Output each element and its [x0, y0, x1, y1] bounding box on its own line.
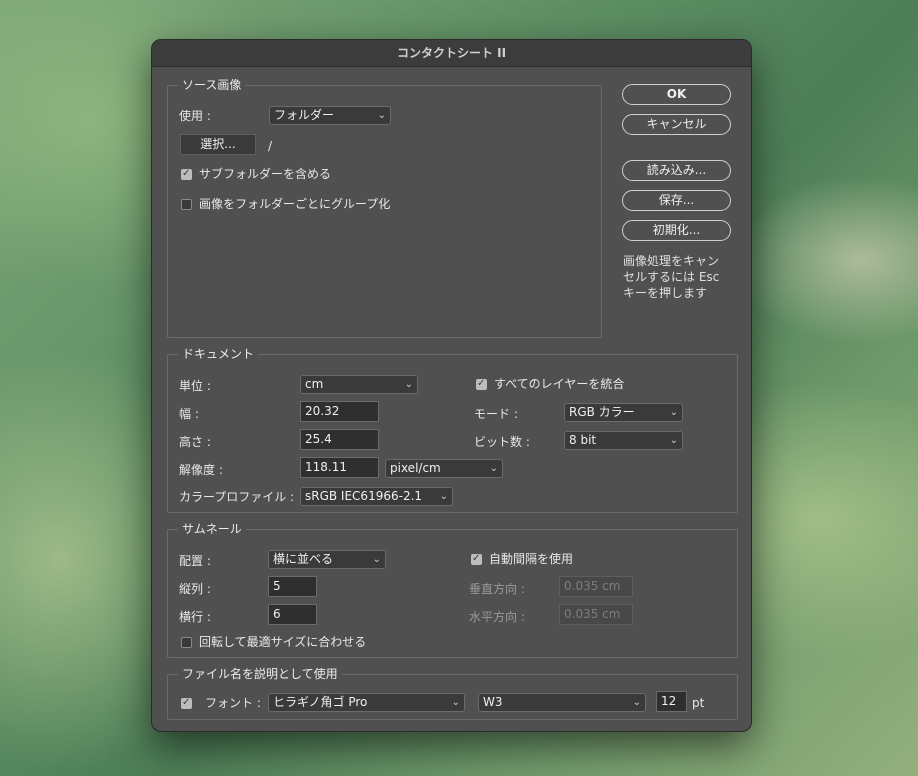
- include-subfolders-checkbox[interactable]: [181, 167, 192, 181]
- choose-button[interactable]: 選択...: [180, 134, 256, 155]
- bit-depth-value: 8 bit: [569, 433, 597, 447]
- width-input[interactable]: 20.32: [300, 401, 379, 422]
- bit-depth-label: ビット数 :: [474, 435, 530, 449]
- flatten-layers-label: すべてのレイヤーを統合: [494, 377, 625, 391]
- caption-group: ファイル名を説明として使用 フォント : ヒラギノ角ゴ Pro ⌄ W3 ⌄ 1…: [167, 666, 738, 720]
- ok-button[interactable]: OK: [622, 84, 731, 105]
- columns-input[interactable]: 5: [268, 576, 317, 597]
- font-family-value: ヒラギノ角ゴ Pro: [273, 695, 368, 709]
- cancel-hint-line-1: 画像処理をキャン: [623, 254, 720, 268]
- cancel-button[interactable]: キャンセル: [622, 114, 731, 135]
- use-label: 使用 :: [179, 109, 211, 123]
- place-select-value: 横に並べる: [273, 552, 334, 566]
- save-button[interactable]: 保存...: [622, 190, 731, 211]
- contact-sheet-dialog: コンタクトシート II ソース画像 使用 : フォルダー ⌄ 選択... / サ…: [151, 39, 752, 732]
- chevron-down-icon: ⌄: [451, 697, 460, 708]
- resolution-unit-select[interactable]: pixel/cm ⌄: [385, 459, 503, 478]
- color-profile-select[interactable]: sRGB IEC61966-2.1 ⌄: [300, 487, 453, 506]
- rows-input[interactable]: 6: [268, 604, 317, 625]
- cancel-hint: 画像処理をキャン セルするには Esc キーを押します: [623, 253, 719, 301]
- place-label: 配置 :: [179, 554, 211, 568]
- place-select[interactable]: 横に並べる ⌄: [268, 550, 386, 569]
- source-images-legend: ソース画像: [178, 77, 246, 93]
- auto-spacing-label: 自動間隔を使用: [489, 552, 574, 566]
- include-subfolders-label: サブフォルダーを含める: [199, 167, 332, 181]
- resolution-label: 解像度 :: [179, 463, 223, 477]
- flatten-layers-checkbox[interactable]: [476, 377, 487, 391]
- color-profile-value: sRGB IEC61966-2.1: [305, 489, 423, 503]
- cancel-hint-line-2: セルするには Esc: [623, 270, 720, 284]
- rotate-label: 回転して最適サイズに合わせる: [199, 635, 367, 649]
- chevron-down-icon: ⌄: [489, 463, 498, 474]
- resolution-unit-value: pixel/cm: [390, 461, 441, 475]
- font-family-select[interactable]: ヒラギノ角ゴ Pro ⌄: [268, 693, 465, 712]
- chevron-down-icon: ⌄: [669, 407, 678, 418]
- group-by-folder-checkbox[interactable]: [181, 199, 192, 210]
- caption-legend: ファイル名を説明として使用: [178, 666, 342, 682]
- use-select-value: フォルダー: [274, 108, 335, 122]
- resolution-input[interactable]: 118.11: [300, 457, 379, 478]
- horizontal-spacing-input[interactable]: 0.035 cm: [559, 604, 633, 625]
- group-by-folder-label: 画像をフォルダーごとにグループ化: [199, 197, 391, 211]
- mode-select-value: RGB カラー: [569, 405, 635, 419]
- reset-button[interactable]: 初期化...: [622, 220, 731, 241]
- chevron-down-icon: ⌄: [632, 697, 641, 708]
- width-label: 幅 :: [179, 407, 199, 421]
- chevron-down-icon: ⌄: [404, 379, 413, 390]
- chevron-down-icon: ⌄: [377, 110, 386, 121]
- thumbnails-group: サムネール 配置 : 横に並べる ⌄ 縦列 : 5 横行 : 6 回転して最適サ…: [167, 521, 738, 658]
- color-profile-label: カラープロファイル :: [179, 490, 295, 504]
- source-path: /: [268, 139, 273, 153]
- font-size-unit: pt: [692, 696, 705, 710]
- font-weight-select[interactable]: W3 ⌄: [478, 693, 646, 712]
- font-label: フォント :: [205, 696, 261, 710]
- cancel-hint-line-3: キーを押します: [623, 286, 708, 300]
- bit-depth-select[interactable]: 8 bit ⌄: [564, 431, 683, 450]
- height-label: 高さ :: [179, 435, 211, 449]
- document-legend: ドキュメント: [178, 346, 259, 362]
- chevron-down-icon: ⌄: [669, 435, 678, 446]
- auto-spacing-checkbox[interactable]: [471, 552, 482, 566]
- chevron-down-icon: ⌄: [372, 554, 381, 565]
- unit-select-value: cm: [305, 377, 324, 391]
- mode-label: モード :: [474, 407, 518, 421]
- source-images-group: ソース画像 使用 : フォルダー ⌄ 選択... / サブフォルダーを含める 画…: [167, 77, 602, 338]
- horizontal-spacing-label: 水平方向 :: [469, 610, 525, 624]
- height-input[interactable]: 25.4: [300, 429, 379, 450]
- mode-select[interactable]: RGB カラー ⌄: [564, 403, 683, 422]
- unit-label: 単位 :: [179, 379, 211, 393]
- rows-label: 横行 :: [179, 610, 211, 624]
- load-button[interactable]: 読み込み...: [622, 160, 731, 181]
- use-select[interactable]: フォルダー ⌄: [269, 106, 391, 125]
- vertical-spacing-input[interactable]: 0.035 cm: [559, 576, 633, 597]
- thumbnails-legend: サムネール: [178, 521, 246, 537]
- dialog-title: コンタクトシート II: [152, 40, 751, 67]
- document-group: ドキュメント 単位 : cm ⌄ 幅 : 20.32 高さ : 25.4 解像度…: [167, 346, 738, 513]
- vertical-spacing-label: 垂直方向 :: [469, 582, 525, 596]
- font-size-input[interactable]: 12: [656, 691, 687, 712]
- columns-label: 縦列 :: [179, 582, 211, 596]
- unit-select[interactable]: cm ⌄: [300, 375, 418, 394]
- caption-checkbox[interactable]: [181, 696, 192, 710]
- chevron-down-icon: ⌄: [439, 491, 448, 502]
- rotate-checkbox[interactable]: [181, 637, 192, 648]
- font-weight-value: W3: [483, 695, 503, 709]
